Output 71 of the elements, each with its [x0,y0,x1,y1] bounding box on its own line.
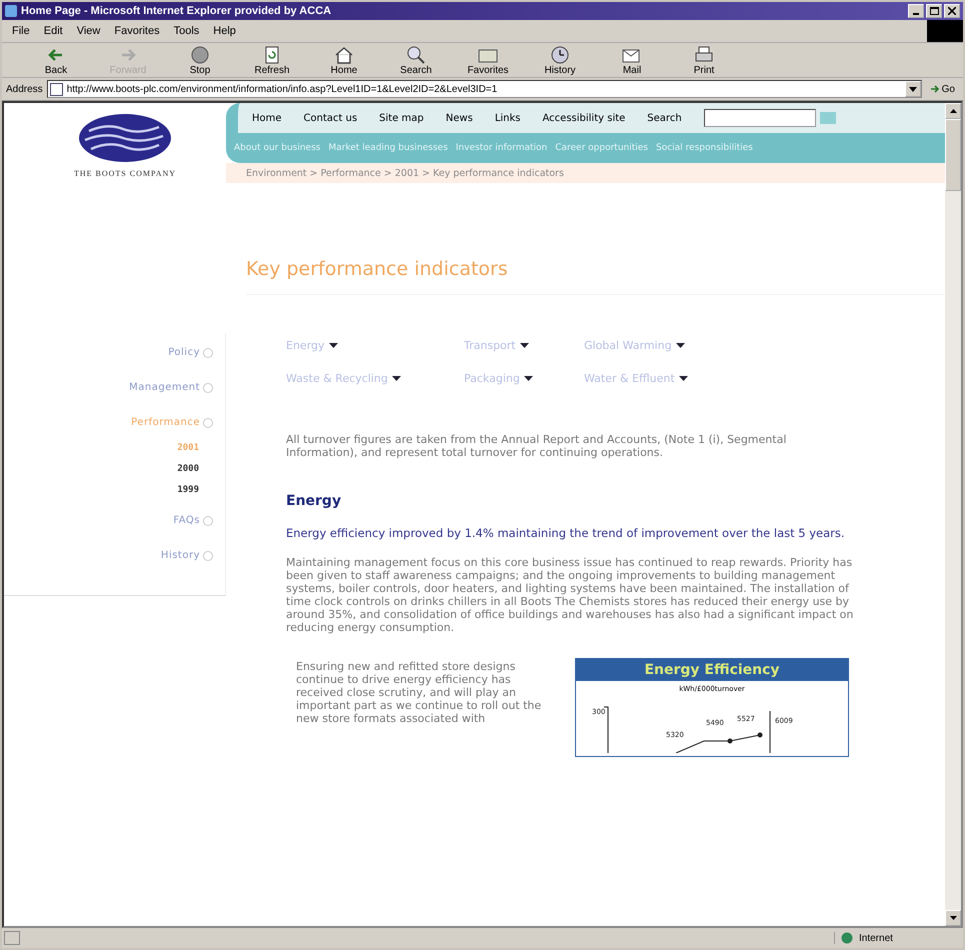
logo-icon [77,113,173,163]
maximize-icon [930,7,938,15]
toolbar-button[interactable]: Stop [164,44,236,76]
nav-link[interactable]: News [446,112,473,124]
throbber-logo [927,20,963,42]
close-button[interactable] [944,4,960,18]
section-heading: Energy [286,493,342,509]
toolbar-button[interactable]: Mail [596,44,668,76]
toolbar-button[interactable]: Favorites [452,44,524,76]
arrow-icon [930,84,940,94]
chart-title: Energy Efficiency [576,659,848,681]
search-label: Search [647,112,682,124]
maximize-button[interactable] [926,4,942,18]
address-field[interactable]: http://www.boots-plc.com/environment/information/info.asp?Level1ID=1&Level2ID=2&Level3ID=1 [46,80,922,98]
axis-line [604,706,608,753]
summary-paragraph: Energy efficiency improved by 1.4% maintaining the trend of improvement over the last 5 years. [286,527,846,540]
caret-icon [908,86,917,92]
circle-icon [203,550,213,560]
nav-link[interactable]: Accessibility site [542,112,626,124]
status-zone: Internet [834,932,961,944]
body-paragraph: Maintaining management focus on this core business issue has continued to reap rewards. Priority has been given to staff awareness campaigns; and the ongoing improvements to building management systems, boiler controls, door heaters, and lighting systems have been maintained. The installation of time clock controls on drinks chillers in all Boots The Chemists stores has reduced their energy use by around 35%, and consolidation of office buildings and warehouses has also had a significant impact on reducing energy consumption. [286,556,854,634]
go-button[interactable]: Go [926,84,959,94]
toolbar-button[interactable]: History [524,44,596,76]
browser-icon [5,5,17,17]
close-icon [948,7,956,15]
nav-link[interactable]: Contact us [304,112,358,124]
logo-text: THE BOOTS COMPANY [74,169,176,178]
menu-item[interactable]: Help [213,25,236,37]
circle-icon [203,418,213,428]
toolbar-button[interactable]: Home [308,44,380,76]
circle-icon [203,348,213,358]
page-heading: Key performance indicators [246,258,945,295]
toolbar-button[interactable]: Refresh [236,44,308,76]
page-icon [50,82,63,96]
breadcrumb: Environment > Performance > 2001 > Key performance indicators [246,168,564,178]
year-link[interactable]: 1999 [177,485,199,495]
circle-icon [203,382,213,392]
caret-icon [328,343,338,348]
caret-icon [520,343,529,348]
window-title: Home Page - Microsoft Internet Explorer provided by ACCA [21,5,332,17]
scroll-down-button[interactable] [945,910,961,926]
dropdown-button[interactable] [904,81,921,97]
caret-icon [950,109,956,113]
toolbar-button[interactable]: Back [20,44,92,76]
caret-icon [678,376,688,381]
menu-item[interactable]: Favorites [114,25,160,37]
menu-item[interactable]: File [12,25,30,37]
minimize-button[interactable] [908,4,924,18]
status-page-icon [4,931,20,945]
circle-icon [203,516,213,526]
caret-icon [392,376,401,381]
toolbar-button[interactable]: Print [668,44,740,76]
menu-item[interactable]: View [76,25,100,37]
menu-item[interactable]: Tools [174,25,200,37]
nav-link[interactable]: Links [494,112,521,124]
nav-link[interactable]: Site map [379,112,424,124]
toolbar-button[interactable]: Search [380,44,452,76]
scroll-up-button[interactable] [945,103,961,119]
menu-item[interactable]: Edit [44,25,63,37]
caret-icon [676,343,685,348]
address-label: Address [6,84,43,94]
caret-icon [950,916,956,920]
year-link[interactable]: 2000 [177,464,199,474]
globe-icon [841,932,853,944]
scroll-thumb[interactable] [945,119,961,191]
nav-link[interactable]: Home [252,112,282,124]
body-paragraph: Ensuring new and refitted store designs continue to drive energy efficiency has received close scrutiny, and will play an important part as we continue to roll out the new store formats associated with [296,660,542,727]
search-field[interactable] [704,109,816,127]
caret-icon [524,376,533,381]
intro-paragraph: All turnover figures are taken from the Annual Report and Accounts, (Note 1 (i), Segmental Information), and represent total turnover for continuing operations. [286,433,788,459]
scrollbar[interactable] [945,103,961,926]
